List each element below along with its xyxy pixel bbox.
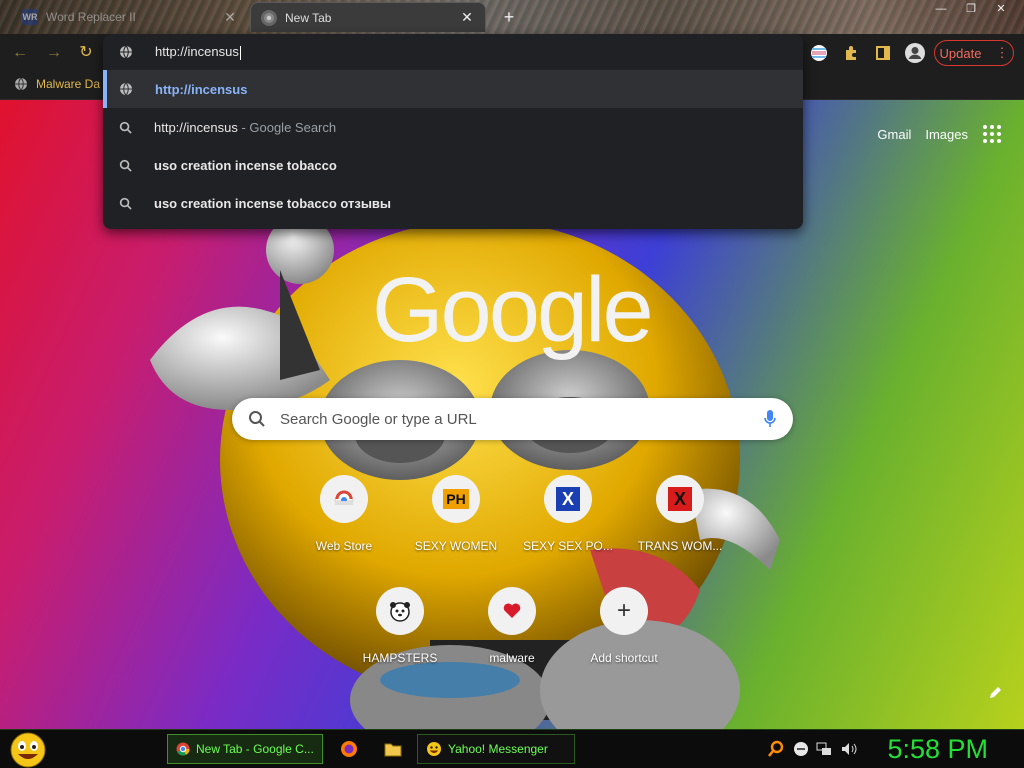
taskbar-clock[interactable]: 5:58 PM <box>887 734 988 765</box>
x-blue-icon: X <box>544 475 592 523</box>
yahoo-smiley-icon <box>427 742 441 756</box>
tab-word-replacer[interactable]: WR Word Replacer II ✕ <box>12 2 248 32</box>
shortcut-label: TRANS WOM... <box>637 539 723 553</box>
tab-title: New Tab <box>285 10 332 25</box>
more-vert-icon: ⋮ <box>995 45 1009 60</box>
close-icon[interactable]: ✕ <box>459 9 475 26</box>
shortcut-label: HAMPSTERS <box>362 651 438 665</box>
reload-icon[interactable]: ↻ <box>74 42 98 64</box>
search-icon <box>249 411 265 427</box>
shortcut-trans-wom[interactable]: X TRANS WOM... <box>624 475 736 553</box>
task-label: Yahoo! Messenger <box>448 742 548 756</box>
tab-title: Word Replacer II <box>46 10 136 24</box>
folder-icon[interactable] <box>384 740 402 758</box>
microphone-icon[interactable] <box>763 409 777 429</box>
omnibox-dropdown: http://incensus http://incensus http://i… <box>103 34 803 229</box>
bookmark-malware[interactable]: Malware Da <box>14 77 100 91</box>
back-arrow-icon[interactable]: ← <box>8 42 32 64</box>
search-icon <box>119 197 132 210</box>
apps-grid-icon[interactable] <box>982 124 1002 144</box>
shortcut-label: SEXY WOMEN <box>414 539 498 553</box>
x-red-icon: X <box>656 475 704 523</box>
search-icon <box>119 159 132 172</box>
suggestion-text: http://incensus <box>155 81 248 97</box>
firefox-icon[interactable] <box>340 740 358 758</box>
forward-arrow-icon[interactable]: → <box>42 42 66 64</box>
search-icon <box>119 121 132 134</box>
task-yahoo-messenger[interactable]: Yahoo! Messenger <box>417 734 575 764</box>
google-logo: Google <box>372 259 654 361</box>
suggestion-text: uso creation incense tobacco отзывы <box>154 195 392 211</box>
taskbar: New Tab - Google C... Yahoo! Messenger 5… <box>0 729 1024 768</box>
suggestion-search[interactable]: http://incensus - Google Search <box>103 108 803 146</box>
address-bar-input[interactable]: http://incensus <box>103 34 803 70</box>
close-window-button[interactable]: ✕ <box>986 0 1016 18</box>
search-placeholder: Search Google or type a URL <box>280 410 477 428</box>
bookmark-label: Malware Da <box>36 77 101 91</box>
close-icon[interactable]: ✕ <box>222 9 238 26</box>
maximize-button[interactable]: ❐ <box>956 0 986 18</box>
shortcut-sexy-sex-po[interactable]: X SEXY SEX PO... <box>512 475 624 553</box>
tab-new-tab[interactable]: New Tab ✕ <box>250 2 486 32</box>
suggestion-search[interactable]: uso creation incense tobacco отзывы <box>103 184 803 222</box>
start-smiley-button[interactable] <box>8 731 48 768</box>
task-chrome[interactable]: New Tab - Google C... <box>167 734 323 764</box>
shortcut-label: SEXY SEX PO... <box>523 539 613 553</box>
tab-strip: WR Word Replacer II ✕ New Tab ✕ + — ❐ ✕ <box>0 0 1024 34</box>
shortcut-web-store[interactable]: Web Store <box>288 475 400 553</box>
shortcut-malware[interactable]: malware <box>456 587 568 665</box>
update-button[interactable]: Update ⋮ <box>934 40 1014 66</box>
extensions-puzzle-icon[interactable] <box>840 42 862 64</box>
task-label: New Tab - Google C... <box>196 742 314 756</box>
new-tab-plus-icon[interactable]: + <box>498 6 520 28</box>
ntp-search-box[interactable]: Search Google or type a URL <box>232 398 793 440</box>
globe-icon <box>15 77 27 91</box>
chrome-icon <box>176 742 190 756</box>
speaker-volume-icon[interactable] <box>840 740 858 758</box>
address-text: http://incensus <box>155 44 241 60</box>
suggestion-url[interactable]: http://incensus <box>103 70 803 108</box>
globe-icon <box>120 45 132 59</box>
word-replacer-favicon-icon: WR <box>22 9 38 25</box>
images-link[interactable]: Images <box>925 127 968 142</box>
window-controls: — ❐ ✕ <box>926 0 1016 18</box>
chrome-favicon-icon <box>261 9 277 26</box>
plus-icon: + <box>600 587 648 635</box>
customize-pencil-icon[interactable] <box>988 686 1002 705</box>
shortcut-label: Add shortcut <box>590 651 658 665</box>
network-status-icon[interactable] <box>792 740 810 758</box>
shortcut-sexy-women[interactable]: PH SEXY WOMEN <box>400 475 512 553</box>
shortcut-label: malware <box>489 651 535 665</box>
gmail-link[interactable]: Gmail <box>877 127 911 142</box>
hamster-icon <box>376 587 424 635</box>
shortcut-add[interactable]: + Add shortcut <box>568 587 680 665</box>
update-label: Update <box>939 45 982 61</box>
profile-flag-icon[interactable] <box>808 42 830 64</box>
globe-icon <box>120 82 132 96</box>
profile-avatar-icon[interactable] <box>904 42 926 64</box>
top-links: Gmail Images <box>877 124 1002 144</box>
side-panel-icon[interactable] <box>872 42 894 64</box>
shortcut-hampsters[interactable]: HAMPSTERS <box>344 587 456 665</box>
suggestion-search[interactable]: uso creation incense tobacco <box>103 146 803 184</box>
search-magnifier-icon[interactable] <box>767 740 785 758</box>
suggestion-text: uso creation incense tobacco <box>154 157 337 173</box>
heart-icon <box>488 587 536 635</box>
minimize-button[interactable]: — <box>926 0 956 18</box>
suggestion-text: http://incensus - Google Search <box>154 119 337 135</box>
chrome-store-icon <box>320 475 368 523</box>
ph-icon: PH <box>432 475 480 523</box>
display-icon[interactable] <box>815 740 833 758</box>
shortcut-label: Web Store <box>315 539 373 553</box>
